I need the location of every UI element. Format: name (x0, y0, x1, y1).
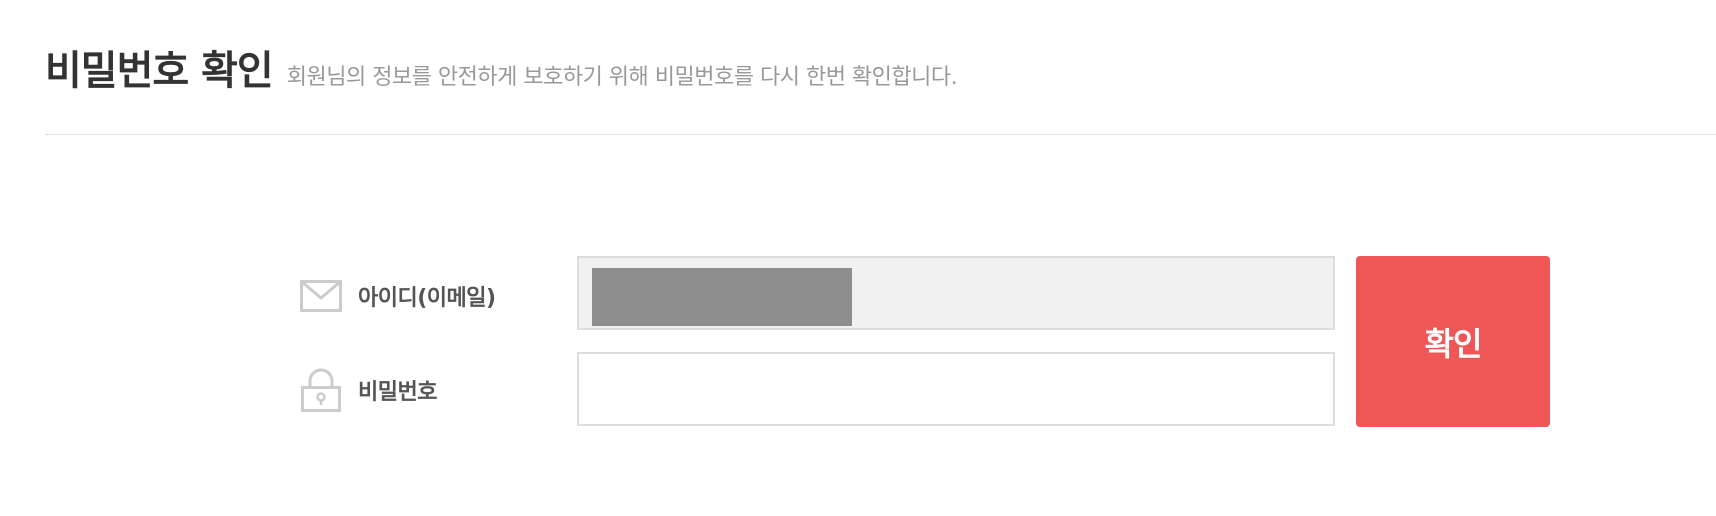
page-header: 비밀번호 확인 회원님의 정보를 안전하게 보호하기 위해 비밀번호를 다시 한… (45, 38, 958, 96)
password-field-wrapper (577, 352, 1335, 426)
page-subtitle: 회원님의 정보를 안전하게 보호하기 위해 비밀번호를 다시 한번 확인합니다. (286, 65, 958, 90)
password-row-label: 비밀번호 (300, 368, 437, 412)
email-redaction (592, 268, 852, 326)
envelope-icon (300, 275, 342, 317)
email-row-label: 아이디(이메일) (300, 276, 496, 316)
header-divider (45, 134, 1716, 135)
email-field (577, 256, 1335, 330)
password-label: 비밀번호 (358, 380, 437, 405)
password-input[interactable] (579, 354, 1333, 424)
lock-icon (300, 368, 342, 412)
page-title: 비밀번호 확인 (45, 48, 274, 94)
email-label: 아이디(이메일) (358, 286, 496, 311)
confirm-button[interactable]: 확인 (1356, 256, 1550, 427)
